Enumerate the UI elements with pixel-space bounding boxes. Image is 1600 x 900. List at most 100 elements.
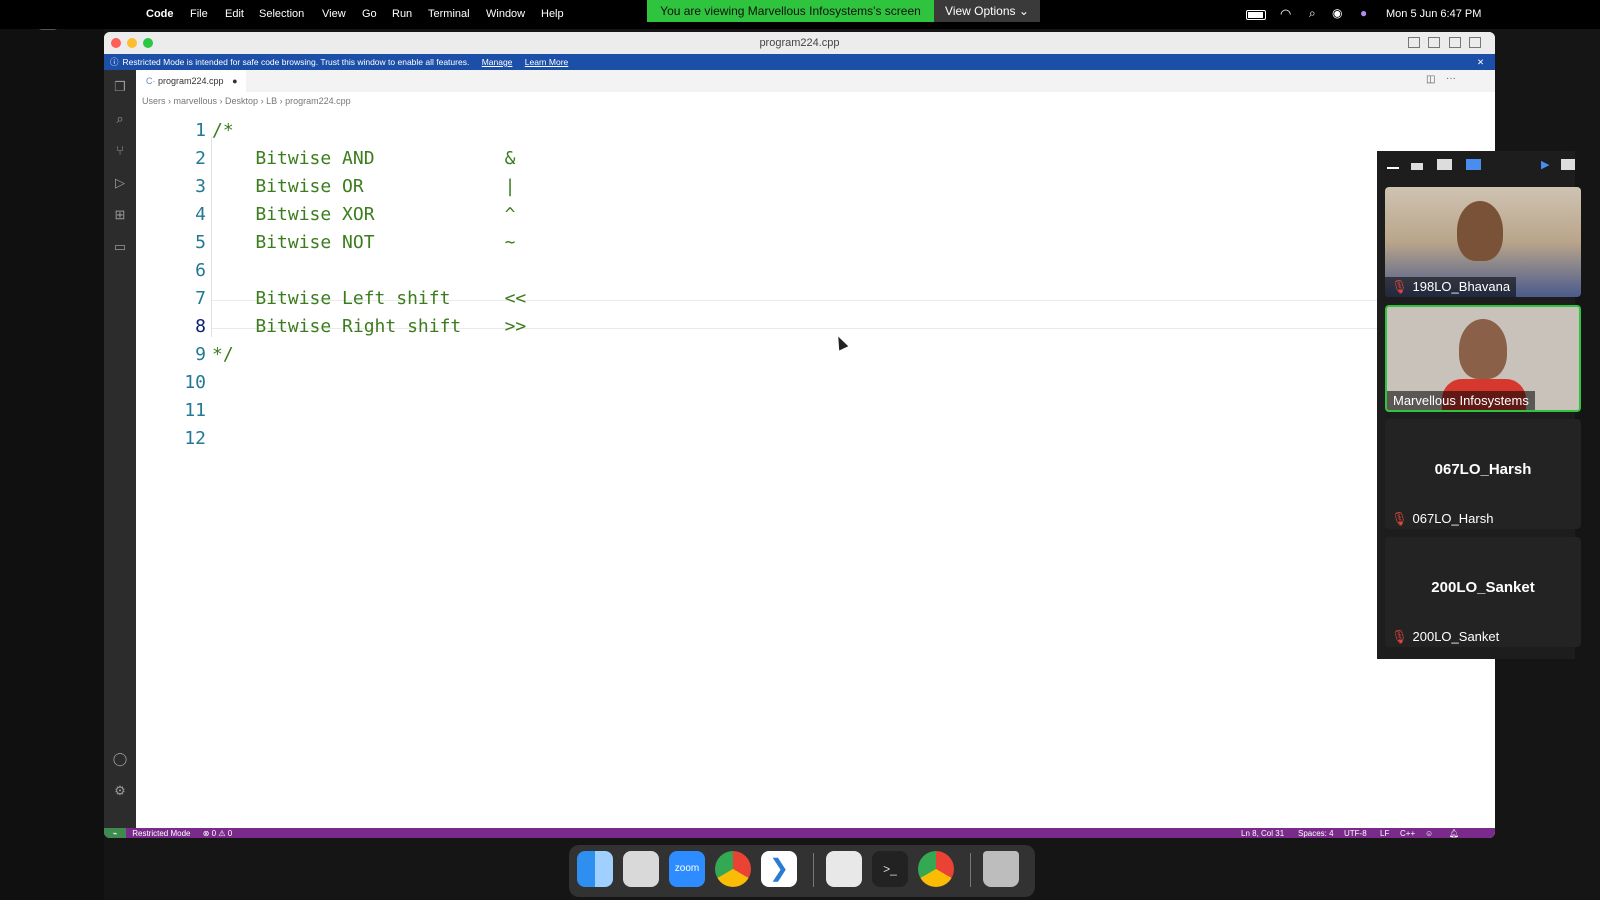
restricted-mode-bar: ⓘ Restricted Mode is intended for safe co… (104, 54, 1495, 70)
menu-edit[interactable]: Edit (225, 8, 244, 20)
chrome-icon[interactable] (918, 851, 954, 887)
line-number: 5 (195, 232, 206, 253)
dock-separator (813, 853, 814, 887)
app-menu-code[interactable]: Code (146, 8, 174, 20)
breadcrumb-lb[interactable]: LB (266, 96, 277, 106)
notifications-bell-icon[interactable]: 🔔︎ (1449, 828, 1459, 838)
breadcrumb-file[interactable]: program224.cpp (285, 96, 351, 106)
code-editor[interactable]: 1 /* 2 Bitwise AND & 3 Bitwise OR | 4 Bitwis… (136, 110, 1495, 828)
toggle-panel-icon[interactable] (1428, 37, 1440, 48)
line-number: 7 (195, 288, 206, 309)
chrome-icon[interactable] (715, 851, 751, 887)
remote-explorer-icon[interactable]: ▭ (111, 238, 129, 256)
minimize-view-icon[interactable] (1387, 167, 1399, 169)
control-center-icon[interactable]: ◉ (1332, 6, 1342, 20)
menu-terminal[interactable]: Terminal (428, 8, 470, 20)
explorer-icon[interactable]: ❐ (111, 78, 129, 96)
menubar-clock[interactable]: Mon 5 Jun 6:47 PM (1386, 8, 1481, 20)
code-line: Bitwise Right shift >> (212, 316, 527, 337)
restricted-mode-status[interactable]: Restricted Mode (132, 829, 190, 838)
indentation-status[interactable]: Spaces: 4 (1298, 828, 1334, 838)
wifi-icon[interactable]: ◠ (1280, 6, 1291, 22)
unsaved-dot-icon[interactable]: ● (232, 76, 237, 86)
cursor-position-status[interactable]: Ln 8, Col 31 (1241, 828, 1284, 838)
tab-program224[interactable]: C· program224.cpp ● (136, 70, 246, 92)
speaker-view-icon[interactable] (1437, 159, 1452, 170)
line-number: 9 (195, 344, 206, 365)
code-line: /* (212, 120, 234, 141)
editor-tab-bar: C· program224.cpp ● ◫ ··· (136, 70, 1495, 92)
menu-window[interactable]: Window (486, 8, 525, 20)
gallery-view-icon[interactable] (1466, 159, 1481, 170)
participant-tile[interactable]: 🎙︎ 198LO_Bhavana (1385, 187, 1581, 297)
strip-view-icon[interactable] (1411, 163, 1423, 170)
feedback-icon[interactable]: ☺ (1425, 828, 1433, 838)
participant-video (1457, 201, 1503, 261)
breadcrumb-marvellous[interactable]: marvellous (174, 96, 218, 106)
status-bar: ⌁ Restricted Mode ⊗ 0 ⚠ 0 Ln 8, Col 31 S… (104, 828, 1495, 838)
line-number: 8 (195, 316, 206, 337)
encoding-status[interactable]: UTF-8 (1344, 828, 1367, 838)
menu-go[interactable]: Go (362, 8, 377, 20)
code-line: Bitwise Left shift << (212, 288, 527, 309)
remote-indicator-icon[interactable]: ⌁ (104, 828, 126, 838)
more-actions-icon[interactable]: ··· (1446, 73, 1456, 84)
search-icon[interactable]: ⌕ (111, 110, 129, 128)
next-page-icon[interactable]: ▶ (1541, 158, 1549, 171)
line-number: 1 (195, 120, 206, 141)
desktop-left-strip (0, 0, 104, 900)
participant-name-label: 198LO_Bhavana (1412, 279, 1511, 294)
customize-layout-icon[interactable] (1469, 37, 1481, 48)
manage-link[interactable]: Manage (482, 57, 513, 67)
breadcrumb-desktop[interactable]: Desktop (225, 96, 258, 106)
toggle-secondary-sidebar-icon[interactable] (1449, 37, 1461, 48)
code-line: Bitwise AND & (212, 148, 516, 169)
run-debug-icon[interactable]: ▷ (111, 174, 129, 192)
participant-name-label: Marvellous Infosystems (1393, 393, 1529, 408)
code-line: Bitwise NOT ~ (212, 232, 516, 253)
language-status[interactable]: C++ (1400, 828, 1415, 838)
finder-icon[interactable] (577, 851, 613, 887)
siri-icon[interactable]: ● (1360, 6, 1367, 20)
spotlight-search-icon[interactable]: ⌕ (1309, 6, 1316, 21)
view-options-label: View Options (945, 4, 1016, 18)
pop-out-icon[interactable] (1561, 159, 1575, 170)
breadcrumb-users[interactable]: Users (142, 96, 166, 106)
terminal-icon[interactable]: >_ (872, 851, 908, 887)
participant-name: Marvellous Infosystems (1387, 391, 1535, 410)
toggle-sidebar-icon[interactable] (1408, 37, 1420, 48)
vscode-window: program224.cpp ⓘ Restricted Mode is inten… (104, 32, 1495, 838)
code-line: Bitwise OR | (212, 176, 516, 197)
launchpad-icon[interactable] (623, 851, 659, 887)
participant-tile[interactable]: 067LO_Harsh 🎙︎ 067LO_Harsh (1385, 419, 1581, 529)
participant-tile[interactable]: 200LO_Sanket 🎙︎ 200LO_Sanket (1385, 537, 1581, 647)
menu-view[interactable]: View (322, 8, 346, 20)
mic-off-icon: 🎙︎ (1391, 279, 1408, 294)
menu-run[interactable]: Run (392, 8, 412, 20)
problems-status[interactable]: ⊗ 0 ⚠ 0 (203, 829, 232, 838)
participant-tile-active-speaker[interactable]: Marvellous Infosystems (1385, 305, 1581, 412)
dock-separator (970, 853, 971, 887)
source-control-icon[interactable]: ⑂ (111, 142, 129, 160)
extensions-icon[interactable]: ⊞ (111, 206, 129, 224)
menu-file[interactable]: File (190, 8, 208, 20)
account-icon[interactable]: ◯ (111, 750, 129, 768)
learn-more-link[interactable]: Learn More (525, 57, 568, 67)
menu-selection[interactable]: Selection (259, 8, 304, 20)
screen-share-banner: You are viewing Marvellous Infosystems's… (647, 0, 934, 22)
chevron-down-icon: ⌄ (1018, 4, 1029, 18)
line-number: 4 (195, 204, 206, 225)
gear-icon[interactable]: ⚙ (111, 782, 129, 800)
line-number: 6 (195, 260, 206, 281)
zoom-app-icon[interactable]: zoom (669, 851, 705, 887)
view-options-button[interactable]: View Options ⌄ (934, 0, 1040, 22)
close-banner-icon[interactable]: ✕ (1477, 54, 1484, 70)
preview-icon[interactable] (826, 851, 862, 887)
menu-help[interactable]: Help (541, 8, 564, 20)
split-editor-icon[interactable]: ◫ (1426, 74, 1435, 85)
line-number: 12 (184, 428, 206, 449)
trash-icon[interactable] (983, 851, 1019, 887)
battery-icon[interactable] (1246, 10, 1266, 20)
eol-status[interactable]: LF (1380, 828, 1389, 838)
vscode-icon[interactable]: ❯ (761, 851, 797, 887)
